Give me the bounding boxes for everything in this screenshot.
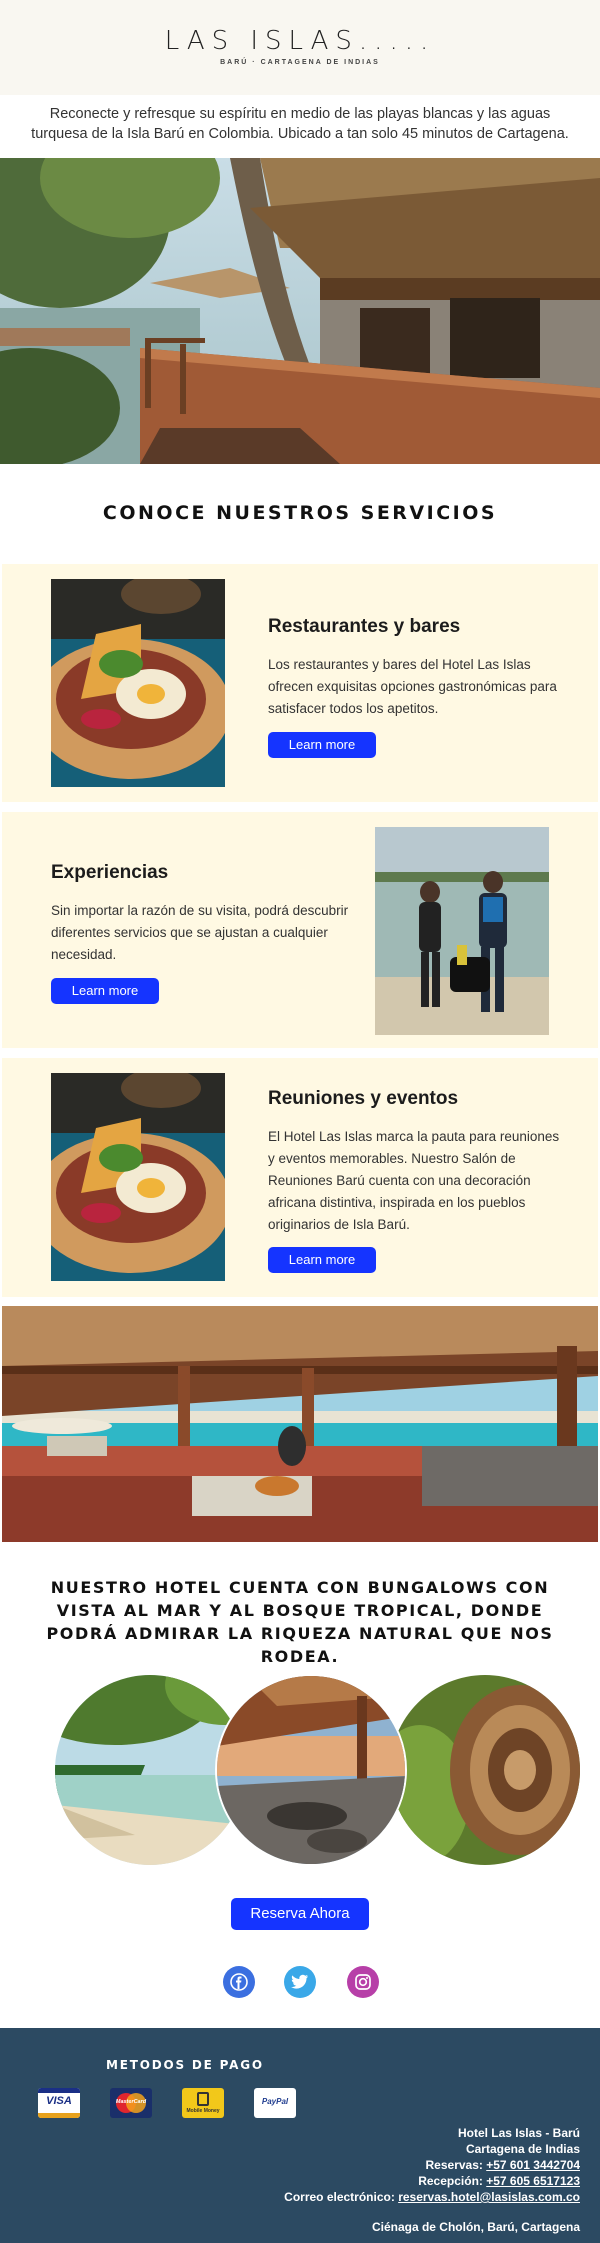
logo-subtitle: BARÚ · CARTAGENA DE INDIAS: [220, 59, 380, 66]
email-link[interactable]: reservas.hotel@lasislas.com.co: [398, 2190, 580, 2204]
reception-label: Recepción:: [418, 2174, 487, 2188]
reserve-now-button[interactable]: Reserva Ahora: [231, 1898, 369, 1930]
reservations-label: Reservas:: [425, 2158, 487, 2172]
service-events: Reuniones y eventos El Hotel Las Islas m…: [2, 1058, 598, 1297]
mastercard-icon: MasterCard: [110, 2088, 152, 2118]
reservations-phone-link[interactable]: +57 601 3442704: [486, 2158, 580, 2172]
terrace-image: [2, 1306, 598, 1542]
intro-text: Reconecte y refresque su espíritu en med…: [31, 106, 569, 142]
services-title: CONOCE NUESTROS SERVICIOS: [102, 502, 498, 524]
lounge-photo: [215, 1674, 407, 1866]
hotel-city: Cartagena de Indias: [465, 2142, 580, 2156]
instagram-icon[interactable]: [347, 1966, 379, 1998]
hero-image: [0, 158, 600, 464]
twitter-icon[interactable]: [284, 1966, 316, 1998]
contact-info: Hotel Las Islas - Barú Cartagena de Indi…: [284, 2125, 580, 2235]
logo-text[interactable]: LAS ISLAS.....: [0, 26, 600, 56]
facebook-icon[interactable]: [223, 1966, 255, 1998]
learn-more-button[interactable]: Learn more: [268, 732, 376, 758]
service-restaurants: Restaurantes y bares Los restaurantes y …: [2, 564, 598, 802]
hotel-address: Ciénaga de Cholón, Barú, Cartagena: [371, 2220, 580, 2234]
visa-icon: VISA: [38, 2088, 80, 2118]
service-experiences: Experiencias Sin importar la razón de su…: [2, 812, 598, 1048]
header: LAS ISLAS..... BARÚ · CARTAGENA DE INDIA…: [0, 0, 600, 95]
learn-more-button[interactable]: Learn more: [51, 978, 159, 1004]
reception-phone-link[interactable]: +57 605 6517123: [486, 2174, 580, 2188]
footer: METODOS DE PAGO VISA MasterCard Mobile M…: [0, 2028, 600, 2243]
service-description: Los restaurantes y bares del Hotel Las I…: [268, 657, 557, 716]
learn-more-button[interactable]: Learn more: [268, 1247, 376, 1273]
spiral-photo: [390, 1675, 580, 1865]
mobile-money-icon: Mobile Money: [182, 2088, 224, 2118]
service-title: Experiencias: [51, 862, 169, 883]
food-image: [51, 579, 225, 787]
bungalow-text: NUESTRO HOTEL CUENTA CON BUNGALOWS CON V…: [46, 1578, 554, 1666]
divers-image: [375, 827, 549, 1035]
paypal-icon: PayPal: [254, 2088, 296, 2118]
hotel-name: Hotel Las Islas - Barú: [457, 2126, 580, 2140]
service-title: Restaurantes y bares: [268, 616, 461, 637]
service-description: Sin importar la razón de su visita, podr…: [51, 903, 349, 962]
service-description: El Hotel Las Islas marca la pauta para r…: [268, 1129, 560, 1232]
payment-title: METODOS DE PAGO: [106, 2058, 264, 2072]
food-image: [51, 1073, 225, 1281]
bungalow-gallery: [0, 1674, 600, 1870]
email-label: Correo electrónico:: [284, 2190, 399, 2204]
service-title: Reuniones y eventos: [268, 1088, 459, 1109]
